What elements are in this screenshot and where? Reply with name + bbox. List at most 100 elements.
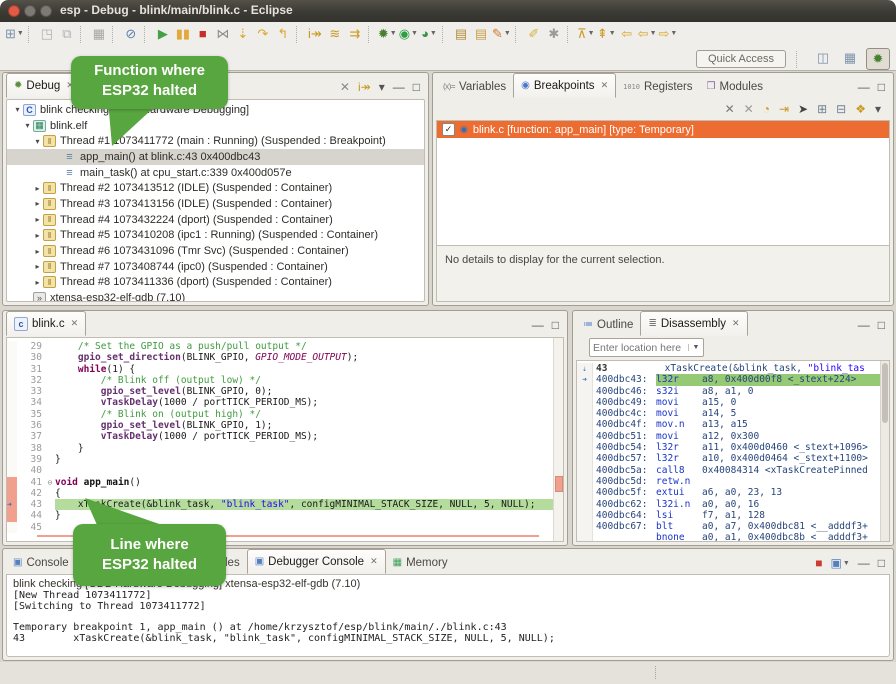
pin-editor-icon[interactable]: ⊼▼ [577,24,595,44]
maximize-icon[interactable]: □ [413,80,420,94]
step-into-icon[interactable]: ⇣ [234,24,252,44]
debug-tree-item[interactable]: ▸Thread #7 1073408744 (ipc0) (Suspended … [7,259,424,275]
minimize-icon[interactable]: — [393,80,405,94]
annotation-gutter[interactable] [7,397,17,408]
window-minimize-button[interactable] [24,5,36,17]
breakpoint-gutter[interactable]: ➜ [7,499,17,510]
display-selected-console-icon[interactable]: ▣▼ [830,556,849,570]
minimize-icon[interactable]: — [858,318,870,332]
maximize-icon[interactable]: □ [878,556,885,570]
annotation-gutter[interactable] [7,522,17,533]
location-dropdown-icon[interactable]: ▼ [688,344,703,351]
annotation-gutter[interactable] [7,364,17,375]
fold-icon[interactable]: ⊖ [45,477,55,488]
annotation-gutter[interactable] [7,409,17,420]
annotation-gutter[interactable] [7,454,17,465]
annotation-gutter[interactable] [7,420,17,431]
tree-expander-icon[interactable]: ▸ [32,184,43,193]
use-step-filters-icon[interactable]: ⇉ [346,24,364,44]
disassembly-row[interactable]: 400dbc5a:call80x40084314 <xTaskCreatePin… [577,465,889,476]
debug-tree-item[interactable]: ▸Thread #6 1073431096 (Tmr Svc) (Suspend… [7,243,424,259]
code-line-35[interactable]: 35 /* Blink on (output high) */ [7,409,563,420]
tree-expander-icon[interactable]: ▾ [12,105,23,114]
save-icon[interactable]: ◳ [38,24,56,44]
debug-tree-item[interactable]: ▾Thread #1 1073411772 (main : Running) (… [7,133,424,149]
annotation-gutter[interactable] [7,465,17,476]
disassembly-row[interactable]: 400dbc5f:extuia6, a0, 23, 13 [577,487,889,498]
tab-close-icon[interactable]: ✕ [601,80,609,91]
location-input[interactable] [590,342,688,354]
debug-tree-item[interactable]: ▸Thread #3 1073413156 (IDLE) (Suspended … [7,196,424,212]
tab-blink-c[interactable]: cblink.c✕ [6,311,86,336]
console-output[interactable]: blink checking [GDB Hardware Debugging] … [6,574,890,657]
back-history-icon[interactable]: ⇦▼ [638,24,657,44]
show-breakpoints-for-selection-icon[interactable]: ◔ [763,102,770,116]
code-line-38[interactable]: 38 } [7,443,563,454]
quick-access-box[interactable]: Quick Access [696,50,786,68]
disassembly-row[interactable]: bnonea0, a1, 0x400dbc8b <__adddf3+ [577,532,889,542]
code-line-30[interactable]: 30 gpio_set_direction(BLINK_GPIO, GPIO_M… [7,352,563,363]
expand-all-icon[interactable]: ⊞ [817,102,827,116]
disassembly-row[interactable]: 400dbc46:s32ia8, a1, 0 [577,386,889,397]
minimize-icon[interactable]: — [532,318,544,332]
build-icon[interactable]: ▦ [90,24,108,44]
tab-variables[interactable]: (x)=Variables [436,75,513,98]
code-line-41[interactable]: 41⊖void app_main() [7,477,563,488]
back-icon[interactable]: ⇦ [618,24,636,44]
remove-all-breakpoints-icon[interactable]: ✕ [744,102,754,116]
tab-close-icon[interactable]: ✕ [732,318,740,329]
scrollbar-thumb[interactable] [882,363,888,423]
tab-close-icon[interactable]: ✕ [71,318,79,329]
disassembly-row[interactable]: 400dbc4c:movia14, 5 [577,408,889,419]
code-line-33[interactable]: 33 gpio_set_level(BLINK_GPIO, 0); [7,386,563,397]
annotation-gutter[interactable] [7,386,17,397]
window-close-button[interactable] [8,5,20,17]
show-debug-columns-icon[interactable]: ≋ [326,24,344,44]
terminate-console-icon[interactable]: ■ [815,556,822,570]
breakpoint-row[interactable]: ✓ ◉ blink.c [function: app_main] [type: … [437,121,889,138]
breakpoint-checkbox[interactable]: ✓ [442,123,455,136]
debug-tree-item[interactable]: main_task() at cpu_start.c:339 0x400d057… [7,165,424,181]
flash-icon[interactable]: ✎▼ [492,24,511,44]
code-line-34[interactable]: 34 vTaskDelay(1000 / portTICK_PERIOD_MS)… [7,397,563,408]
disassembly-row[interactable]: 400dbc62:l32i.na0, a0, 16 [577,499,889,510]
disassembly-row[interactable]: 400dbc4f:mov.na13, a15 [577,419,889,430]
maximize-icon[interactable]: □ [878,318,885,332]
disassembly-row[interactable]: ➜400dbc43:l32ra8, 0x400d00f8 <_stext+224… [577,374,889,385]
tab-disassembly[interactable]: ≣Disassembly✕ [640,311,747,336]
open-perspective-icon[interactable]: ◫ [812,48,834,68]
disassembly-row[interactable]: 400dbc54:l32ra11, 0x400d0460 <_stext+109… [577,442,889,453]
tree-expander-icon[interactable]: ▸ [32,247,43,256]
forward-history-icon[interactable]: ⇨▼ [659,24,678,44]
disassembly-row[interactable]: 400dbc49:movia15, 0 [577,397,889,408]
disassembly-listing[interactable]: ⇣43 xTaskCreate(&blink_task, "blink_tas➜… [576,360,890,542]
tree-expander-icon[interactable]: ▾ [22,121,33,130]
tab-memory[interactable]: ▦Memory [386,551,455,574]
debug-tree-item[interactable]: xtensa-esp32-elf-gdb (7.10) [7,290,424,302]
annotation-gutter[interactable] [7,431,17,442]
debug-tree-item[interactable]: ▾blink.elf [7,118,424,134]
code-line-32[interactable]: 32 /* Blink off (output low) */ [7,375,563,386]
new-project-icon[interactable]: ▤ [452,24,470,44]
group-by-icon[interactable]: ❖ [855,102,866,116]
tree-expander-icon[interactable]: ▾ [32,137,43,146]
disassembly-source-row[interactable]: ⇣43 xTaskCreate(&blink_task, "blink_tas [577,363,889,374]
debug-tree-item[interactable]: ▸Thread #2 1073413512 (IDLE) (Suspended … [7,180,424,196]
remove-all-terminated-icon[interactable]: ✕ [340,80,350,94]
annotation-gutter[interactable] [7,352,17,363]
tab-registers[interactable]: 1010Registers [616,75,699,98]
titlebar[interactable]: esp - Debug - blink/main/blink.c - Eclip… [0,0,896,22]
view-menu-icon[interactable]: ▾ [875,102,881,116]
disassembly-row[interactable]: 400dbc5d:retw.n [577,476,889,487]
disassembly-row[interactable]: 400dbc67:blta0, a7, 0x400dbc81 <__adddf3… [577,521,889,532]
debug-tree-item[interactable]: ▸Thread #8 1073411336 (dport) (Suspended… [7,275,424,291]
format-icon[interactable]: ✐ [525,24,543,44]
code-editor[interactable]: 29 /* Set the GPIO as a push/pull output… [6,337,564,542]
debug-icon[interactable]: ✹▼ [378,24,397,44]
overview-marker[interactable] [555,476,563,492]
annotation-gutter[interactable] [7,341,17,352]
instruction-stepping-toggle-icon[interactable]: i↠ [358,80,371,94]
tab-modules[interactable]: ❒Modules [700,75,770,98]
annotation-gutter[interactable] [7,488,17,499]
tree-expander-icon[interactable]: ▸ [32,262,43,271]
